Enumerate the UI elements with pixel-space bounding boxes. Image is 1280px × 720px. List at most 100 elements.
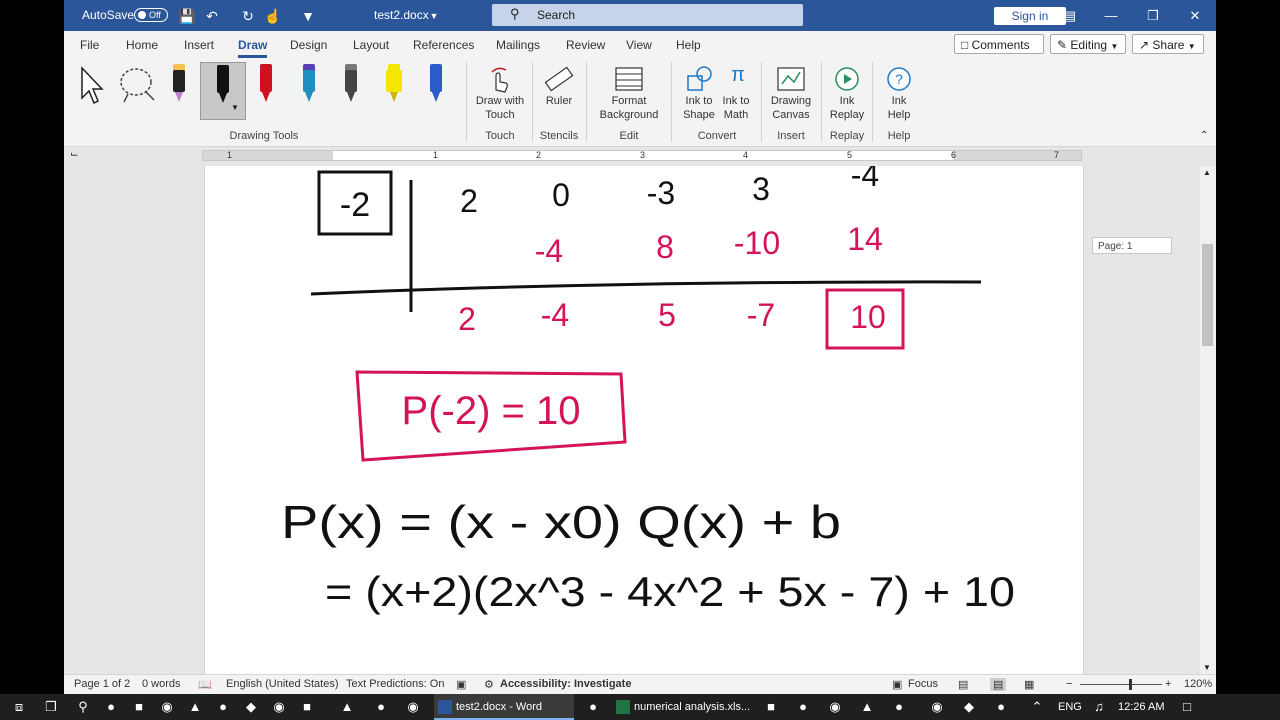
tab-mailings[interactable]: Mailings — [496, 38, 540, 52]
undo-icon[interactable]: ↶ — [204, 8, 220, 24]
pen-3-icon[interactable] — [254, 64, 278, 106]
zoom-level[interactable]: 120% — [1184, 678, 1212, 690]
proofing-icon[interactable]: 📖 — [198, 678, 212, 691]
tab-review[interactable]: Review — [566, 38, 605, 52]
ink-help-button[interactable]: Ink Help — [876, 94, 922, 122]
text-predictions-status[interactable]: Text Predictions: On — [346, 678, 444, 690]
pencil-tool-icon[interactable] — [339, 64, 363, 106]
app-icon[interactable]: ● — [100, 697, 122, 717]
horizontal-ruler[interactable]: 1 1 2 3 4 5 6 7 — [202, 150, 1082, 161]
tab-design[interactable]: Design — [290, 38, 327, 52]
pencil-icon: ✎ — [1057, 38, 1068, 52]
collapse-ribbon-icon[interactable]: ⌃ — [1200, 130, 1208, 141]
ink-to-math-button[interactable]: Ink to Math — [716, 94, 756, 122]
action-pen-icon[interactable] — [424, 64, 448, 106]
tab-file[interactable]: File — [80, 38, 99, 52]
web-layout-icon[interactable]: ▦ — [1024, 678, 1034, 691]
scroll-down-icon[interactable]: ▼ — [1203, 663, 1211, 672]
accessibility-status[interactable]: Accessibility: Investigate — [500, 678, 631, 690]
task-view-icon[interactable]: ❐ — [40, 697, 62, 717]
tab-home[interactable]: Home — [126, 38, 158, 52]
zoom-in-button[interactable]: + — [1165, 678, 1171, 690]
focus-button[interactable]: Focus — [908, 678, 938, 690]
ruler-button[interactable]: Ruler — [534, 94, 584, 108]
app-icon[interactable]: ■ — [128, 697, 150, 717]
zoom-slider-track[interactable] — [1080, 684, 1162, 685]
restore-icon[interactable]: ❐ — [1132, 0, 1174, 31]
tab-references[interactable]: References — [413, 38, 474, 52]
read-mode-icon[interactable]: ▤ — [958, 678, 968, 691]
save-icon[interactable]: 💾 — [178, 8, 195, 24]
folder-icon[interactable]: ■ — [760, 697, 782, 717]
autosave-toggle[interactable]: Off — [134, 8, 168, 22]
search-icon[interactable]: ⚲ — [72, 697, 94, 717]
app-icon[interactable]: ▲ — [856, 697, 878, 717]
document-page[interactable]: -2 2 0 -3 3 -4 -4 8 -10 14 2 -4 5 -7 10 … — [204, 166, 1084, 674]
app-icon[interactable]: ● — [792, 697, 814, 717]
ink-replay-button[interactable]: Ink Replay — [824, 94, 870, 122]
zoom-slider-thumb[interactable] — [1129, 679, 1133, 690]
app-icon[interactable]: ● — [212, 697, 234, 717]
vertical-scrollbar[interactable]: ▲ ▼ — [1200, 166, 1216, 674]
taskbar-excel-app[interactable]: numerical analysis.xls... — [612, 694, 752, 720]
vscode-icon[interactable]: ◆ — [958, 697, 980, 717]
firefox-icon[interactable]: ◉ — [402, 697, 424, 717]
chrome-icon[interactable]: ◉ — [926, 697, 948, 717]
app-icon[interactable]: ▲ — [336, 697, 358, 717]
app-icon[interactable]: ◆ — [240, 697, 262, 717]
tab-stop-selector[interactable]: ⌙ — [70, 149, 78, 160]
app-icon[interactable]: ◉ — [268, 697, 290, 717]
editing-button[interactable]: ✎ Editing ▼ — [1050, 34, 1126, 54]
word-count[interactable]: 0 words — [142, 678, 181, 690]
scrollbar-thumb[interactable] — [1202, 244, 1213, 346]
minimize-icon[interactable]: — — [1090, 0, 1132, 31]
app-icon[interactable]: ▲ — [184, 697, 206, 717]
app-icon[interactable]: ■ — [296, 697, 318, 717]
format-background-button[interactable]: Format Background — [590, 94, 668, 122]
search-box[interactable]: ⚲ Search — [492, 4, 803, 26]
app-icon[interactable]: ● — [370, 697, 392, 717]
scroll-up-icon[interactable]: ▲ — [1203, 168, 1211, 177]
lasso-select-icon[interactable] — [118, 66, 158, 106]
comments-button[interactable]: □ Comments — [954, 34, 1044, 54]
draw-with-touch-button[interactable]: Draw with Touch — [468, 94, 532, 122]
app-icon[interactable]: ◉ — [156, 697, 178, 717]
tab-insert[interactable]: Insert — [184, 38, 214, 52]
drawing-canvas-button[interactable]: Drawing Canvas — [764, 94, 818, 122]
clock[interactable]: 12:26 AM — [1118, 694, 1164, 720]
tab-draw[interactable]: Draw — [238, 38, 268, 58]
tab-help[interactable]: Help — [676, 38, 701, 52]
tab-layout[interactable]: Layout — [353, 38, 389, 52]
product-value: 8 — [656, 229, 674, 265]
pen-1-icon[interactable] — [167, 64, 191, 106]
windows-start-icon[interactable]: ⧈ — [8, 697, 30, 717]
chevron-down-icon[interactable]: ▼ — [426, 8, 442, 24]
document-title[interactable]: test2.docx — [374, 0, 429, 31]
highlighter-icon[interactable] — [382, 64, 406, 106]
app-icon[interactable]: ◉ — [824, 697, 846, 717]
volume-icon[interactable]: ♫ — [1088, 697, 1110, 717]
chevron-up-icon[interactable]: ⌃ — [1026, 697, 1048, 717]
edge-icon[interactable]: ● — [990, 697, 1012, 717]
pen-4-icon[interactable] — [297, 64, 321, 106]
redo-icon[interactable]: ↻ — [240, 8, 256, 24]
close-icon[interactable]: ✕ — [1174, 0, 1216, 31]
notification-icon[interactable]: □ — [1176, 697, 1198, 717]
zoom-out-button[interactable]: − — [1066, 678, 1072, 690]
coefficient: 3 — [752, 171, 770, 207]
app-icon[interactable]: ● — [888, 697, 910, 717]
taskbar-word-app[interactable]: test2.docx - Word — [434, 694, 574, 720]
macro-icon[interactable]: ▣ — [456, 678, 466, 691]
customize-qat-icon[interactable]: ▼ — [300, 8, 316, 24]
language-status[interactable]: English (United States) — [226, 678, 339, 690]
select-pointer-icon[interactable] — [78, 66, 108, 106]
share-button[interactable]: ↗ Share ▼ — [1132, 34, 1204, 54]
print-layout-icon[interactable]: ▤ — [990, 678, 1007, 691]
language-indicator[interactable]: ENG — [1058, 694, 1082, 720]
ribbon-display-icon[interactable]: ▤ — [1049, 0, 1091, 31]
page-count[interactable]: Page 1 of 2 — [74, 678, 130, 690]
app-icon[interactable]: ● — [582, 697, 604, 717]
selected-pen-highlight[interactable]: ▼ — [200, 62, 246, 120]
touch-mode-icon[interactable]: ☝ — [264, 8, 281, 24]
tab-view[interactable]: View — [626, 38, 652, 52]
